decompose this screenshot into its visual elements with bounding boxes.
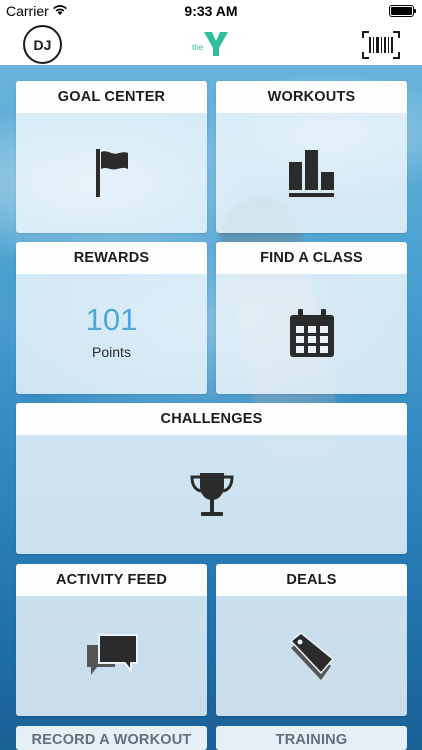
tile-challenges[interactable]: CHALLENGES: [16, 403, 407, 554]
trophy-icon: [189, 472, 234, 516]
tile-title: DEALS: [216, 564, 407, 596]
tile-rewards[interactable]: REWARDS 101 Points: [16, 242, 207, 394]
chat-bubbles-icon: [86, 634, 138, 675]
rewards-points-label: Points: [92, 344, 131, 360]
nav-bar: DJ the: [0, 22, 422, 65]
tile-training[interactable]: TRAINING: [216, 726, 407, 750]
battery-icon: [389, 5, 416, 17]
tile-title: CHALLENGES: [16, 403, 407, 435]
tile-find-a-class[interactable]: FIND A CLASS: [216, 242, 407, 394]
status-bar: Carrier 9:33 AM: [0, 0, 422, 22]
clock: 9:33 AM: [184, 3, 238, 19]
tile-title: REWARDS: [16, 242, 207, 274]
tile-deals[interactable]: DEALS: [216, 564, 407, 716]
rewards-points-value: 101: [85, 302, 138, 337]
tile-goal-center[interactable]: GOAL CENTER: [16, 81, 207, 233]
calendar-icon: [289, 309, 334, 357]
tile-activity-feed[interactable]: ACTIVITY FEED: [16, 564, 207, 716]
tile-title: FIND A CLASS: [216, 242, 407, 274]
tags-icon: [289, 632, 334, 680]
ymca-logo: the: [192, 32, 228, 56]
podium-icon: [288, 150, 334, 197]
tile-title: WORKOUTS: [216, 81, 407, 113]
tile-title: TRAINING: [216, 726, 407, 750]
tile-title: ACTIVITY FEED: [16, 564, 207, 596]
barcode-scan-icon[interactable]: [362, 31, 400, 59]
tile-title: GOAL CENTER: [16, 81, 207, 113]
tile-title: RECORD A WORKOUT: [16, 726, 207, 750]
profile-avatar-button[interactable]: DJ: [23, 25, 62, 64]
tile-workouts[interactable]: WORKOUTS: [216, 81, 407, 233]
tile-record-a-workout[interactable]: RECORD A WORKOUT: [16, 726, 207, 750]
flag-icon: [95, 149, 128, 197]
logo-text: the: [192, 43, 204, 52]
